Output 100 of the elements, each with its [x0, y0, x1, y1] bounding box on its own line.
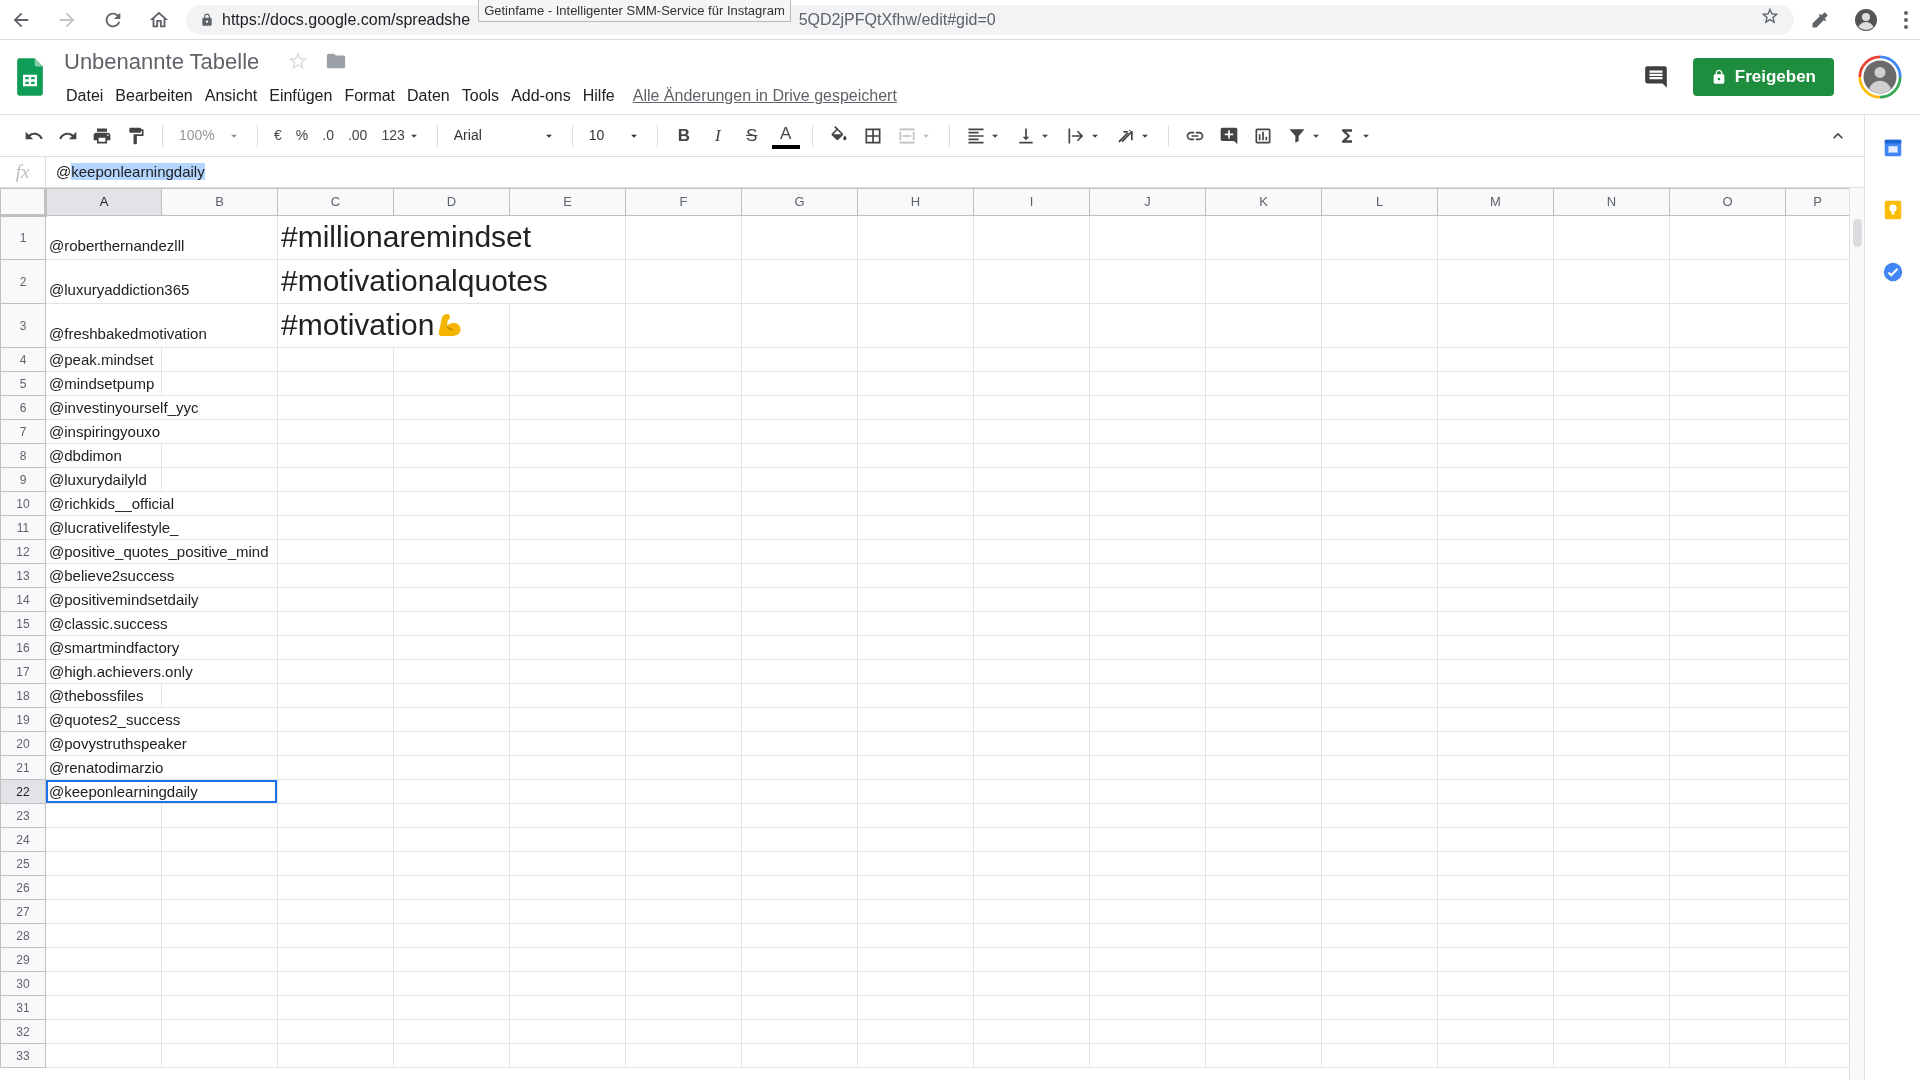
row-header[interactable]: 30	[0, 971, 46, 996]
checkmark-circle-icon	[1881, 261, 1904, 283]
cell-text: @high.achievers.only	[49, 662, 193, 680]
row-header[interactable]: 1	[0, 215, 46, 260]
tab-tooltip: Getinfame - Intelligenter SMM-Service für Instagram	[478, 0, 791, 22]
column-header[interactable]: F	[625, 188, 742, 216]
cell-text: @peak.mindset	[49, 350, 154, 368]
menu-item[interactable]: Add-ons	[505, 81, 577, 110]
share-button[interactable]: Freigeben	[1692, 58, 1834, 96]
row-header[interactable]: 21	[0, 755, 46, 780]
column-header[interactable]: I	[973, 188, 1090, 216]
cell-text: @positive_quotes_positive_mind	[49, 542, 269, 560]
column-header[interactable]: N	[1553, 188, 1670, 216]
number-format-button[interactable]: .0	[318, 120, 338, 151]
tasks-button[interactable]	[1881, 261, 1904, 283]
font-dropdown[interactable]: Arial	[449, 120, 560, 151]
hashtag-text: #millionaremindset	[281, 219, 532, 255]
comments-button[interactable]	[1642, 64, 1669, 90]
column-header[interactable]: D	[393, 188, 510, 216]
row-header[interactable]: 5	[0, 371, 46, 396]
menu-item[interactable]: Daten	[401, 81, 456, 110]
text-color-button[interactable]: A	[771, 122, 800, 149]
row-header[interactable]: 27	[0, 899, 46, 924]
menu-item[interactable]: Einfügen	[263, 81, 339, 110]
column-header[interactable]: K	[1205, 188, 1322, 216]
menu-item[interactable]: Ansicht	[198, 81, 264, 110]
row-header[interactable]: 20	[0, 731, 46, 756]
row-header[interactable]: 24	[0, 827, 46, 852]
row-header[interactable]: 3	[0, 303, 46, 348]
row-header[interactable]: 10	[0, 491, 46, 516]
column-header[interactable]: C	[277, 188, 394, 216]
add-comment-icon	[1218, 125, 1239, 146]
vertical-scrollbar[interactable]	[1849, 188, 1864, 1080]
cell-text: @dbdimon	[49, 446, 122, 464]
cell-text: @inspiringyouxo	[49, 422, 161, 440]
row-header[interactable]: 14	[0, 587, 46, 612]
row-header[interactable]: 23	[0, 803, 46, 828]
url-text: https://docs.google.com/spreadshe	[222, 9, 471, 30]
row-header[interactable]: 2	[0, 259, 46, 304]
lock-icon	[200, 12, 214, 27]
row-header[interactable]: 8	[0, 443, 46, 468]
cell-text: @roberthernandezlll	[49, 236, 185, 254]
number-format-dropdown[interactable]: 123	[377, 120, 425, 151]
row-header[interactable]: 31	[0, 995, 46, 1020]
italic-button[interactable]: I	[703, 120, 732, 151]
row-header[interactable]: 12	[0, 539, 46, 564]
row-header[interactable]: 16	[0, 635, 46, 660]
row-header[interactable]: 29	[0, 947, 46, 972]
row-header[interactable]: 13	[0, 563, 46, 588]
row-header[interactable]: 19	[0, 707, 46, 732]
save-status-link[interactable]: Alle Änderungen in Drive gespeichert	[620, 83, 897, 108]
row-header[interactable]: 26	[0, 875, 46, 900]
formula-input[interactable]: @keeponlearningdaily	[45, 157, 1864, 187]
row-header[interactable]: 9	[0, 467, 46, 492]
menu-item[interactable]: Datei	[60, 81, 110, 110]
row-header[interactable]: 18	[0, 683, 46, 708]
column-header[interactable]: P	[1785, 188, 1849, 216]
row-header[interactable]: 6	[0, 395, 46, 420]
column-header[interactable]: J	[1089, 188, 1206, 216]
row-header[interactable]: 28	[0, 923, 46, 948]
menu-item[interactable]: Format	[338, 81, 402, 110]
column-header[interactable]: A	[45, 188, 162, 216]
number-format-button[interactable]: %	[291, 120, 313, 151]
number-format-button[interactable]: .00	[343, 120, 372, 151]
column-header[interactable]: G	[741, 188, 858, 216]
corner-cell[interactable]	[0, 188, 46, 216]
row-header[interactable]: 17	[0, 659, 46, 684]
column-header[interactable]: M	[1437, 188, 1554, 216]
bold-button[interactable]: B	[669, 120, 698, 151]
row-header[interactable]: 11	[0, 515, 46, 540]
column-header[interactable]: E	[509, 188, 626, 216]
cell-text: @mindsetpump	[49, 374, 155, 392]
menu-item[interactable]: Hilfe	[576, 81, 621, 110]
column-header[interactable]: O	[1669, 188, 1786, 216]
row-header[interactable]: 33	[0, 1043, 46, 1068]
star-button[interactable]	[287, 50, 310, 72]
row-header[interactable]: 4	[0, 347, 46, 372]
menu-item[interactable]: Bearbeiten	[109, 81, 199, 110]
menu-item[interactable]: Tools	[455, 81, 506, 110]
cell-text: @richkids__official	[49, 494, 174, 512]
column-header[interactable]: B	[161, 188, 278, 216]
row-header[interactable]: 22	[0, 779, 46, 804]
cell-text: @believe2success	[49, 566, 175, 584]
row-header[interactable]: 7	[0, 419, 46, 444]
cell-text: @lucrativelifestyle_	[49, 518, 179, 536]
cell-text: @freshbakedmotivation	[49, 324, 207, 342]
formula-text: @	[56, 162, 72, 180]
row-header[interactable]: 15	[0, 611, 46, 636]
row-header[interactable]: 25	[0, 851, 46, 876]
row-header[interactable]: 32	[0, 1019, 46, 1044]
number-format-button[interactable]: €	[270, 120, 286, 151]
cell-text: @povystruthspeaker	[49, 734, 187, 752]
column-header[interactable]: H	[857, 188, 974, 216]
cell-text: @quotes2_success	[49, 710, 181, 728]
hashtag-text: #motivation	[281, 305, 465, 345]
column-header[interactable]: L	[1321, 188, 1438, 216]
bookmark-button[interactable]	[1760, 6, 1780, 26]
document-title[interactable]: Unbenannte Tabelle	[60, 44, 264, 78]
font-size-dropdown[interactable]: 10	[584, 120, 645, 151]
strikethrough-button[interactable]: S	[737, 120, 766, 151]
